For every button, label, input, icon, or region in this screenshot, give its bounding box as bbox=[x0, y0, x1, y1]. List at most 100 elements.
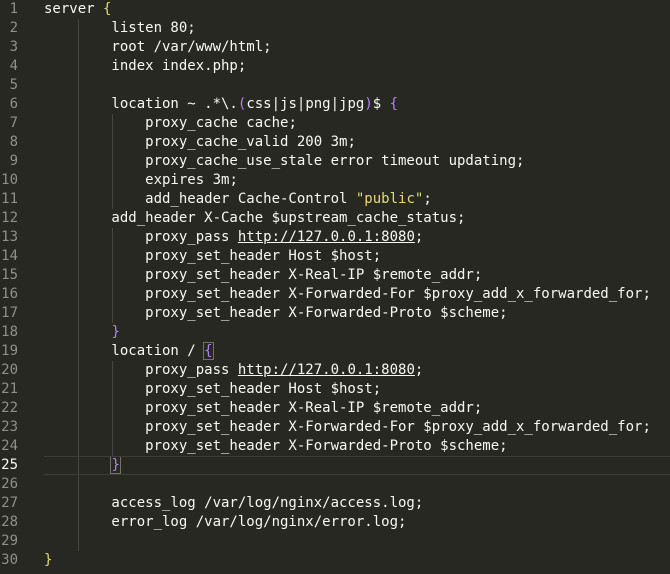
code-line[interactable]: 11 add_header Cache-Control "public"; bbox=[0, 190, 670, 209]
code-line[interactable]: 16 proxy_set_header X-Forwarded-For $pro… bbox=[0, 285, 670, 304]
code-line[interactable]: 24 proxy_set_header X-Forwarded-Proto $s… bbox=[0, 437, 670, 456]
code-line[interactable]: 4 index index.php; bbox=[0, 57, 670, 76]
code-line[interactable]: 27 access_log /var/log/nginx/access.log; bbox=[0, 494, 670, 513]
code-line[interactable]: 15 proxy_set_header X-Real-IP $remote_ad… bbox=[0, 266, 670, 285]
line-number: 22 bbox=[1, 400, 18, 416]
code-token: access_log /var/log/nginx/access.log bbox=[44, 495, 415, 511]
code-text: error_log /var/log/nginx/error.log; bbox=[44, 513, 406, 532]
code-token: proxy_set_header X-Forwarded-Proto $sche… bbox=[44, 305, 500, 321]
line-number: 2 bbox=[9, 20, 18, 36]
code-text: expires 3m; bbox=[44, 171, 238, 190]
code-text: access_log /var/log/nginx/access.log; bbox=[44, 494, 423, 513]
code-token: css|js|png|jpg bbox=[246, 96, 365, 112]
code-text: proxy_set_header X-Forwarded-Proto $sche… bbox=[44, 304, 508, 323]
code-text: proxy_set_header Host $host; bbox=[44, 247, 381, 266]
code-text: proxy_pass http://127.0.0.1:8080; bbox=[44, 228, 423, 247]
code-line[interactable]: 26 bbox=[0, 475, 670, 494]
code-line[interactable]: 25 } bbox=[0, 456, 670, 475]
code-token: proxy_set_header X-Real-IP $remote_addr bbox=[44, 267, 474, 283]
code-token: proxy_cache_use_stale error timeout upda… bbox=[44, 153, 517, 169]
code-token: proxy_set_header X-Real-IP $remote_addr bbox=[44, 400, 474, 416]
code-line[interactable]: 17 proxy_set_header X-Forwarded-Proto $s… bbox=[0, 304, 670, 323]
code-token: ) bbox=[364, 96, 373, 112]
code-line[interactable]: 2 listen 80; bbox=[0, 19, 670, 38]
code-token: add_header X-Cache $upstream_cache_statu… bbox=[44, 210, 458, 226]
code-line[interactable]: 12 add_header X-Cache $upstream_cache_st… bbox=[0, 209, 670, 228]
line-number: 30 bbox=[1, 552, 18, 568]
line-number: 12 bbox=[1, 210, 18, 226]
code-token: ; bbox=[372, 381, 382, 397]
code-token: proxy_cache_valid 200 3m bbox=[44, 134, 348, 150]
code-text: proxy_set_header X-Forwarded-For $proxy_… bbox=[44, 418, 651, 437]
code-text: proxy_cache cache; bbox=[44, 114, 297, 133]
code-line[interactable]: 10 expires 3m; bbox=[0, 171, 670, 190]
code-token: http://127.0.0.1:8080 bbox=[237, 362, 415, 378]
code-text: } bbox=[44, 551, 52, 570]
code-token: } bbox=[44, 552, 53, 568]
line-number: 15 bbox=[1, 267, 18, 283]
code-text: proxy_cache_use_stale error timeout upda… bbox=[44, 152, 524, 171]
code-line[interactable]: 14 proxy_set_header Host $host; bbox=[0, 247, 670, 266]
code-line[interactable]: 20 proxy_pass http://127.0.0.1:8080; bbox=[0, 361, 670, 380]
line-number: 8 bbox=[9, 134, 18, 150]
code-token: ; bbox=[414, 362, 424, 378]
code-editor[interactable]: 1 server {2 listen 80; 3 root /var/www/htm… bbox=[0, 0, 670, 574]
code-line[interactable]: 21 proxy_set_header Host $host; bbox=[0, 380, 670, 399]
code-token: location ~ .*\. bbox=[44, 96, 238, 112]
code-token: location / bbox=[44, 343, 205, 359]
code-token: "public" bbox=[355, 191, 424, 207]
code-token: ; bbox=[187, 20, 196, 36]
code-text: server { bbox=[44, 0, 111, 19]
code-line[interactable]: 3 root /var/www/html; bbox=[0, 38, 670, 57]
code-text: location / { bbox=[44, 342, 214, 361]
code-token: ; bbox=[263, 39, 272, 55]
code-text: proxy_set_header Host $host; bbox=[44, 380, 381, 399]
code-token: $ bbox=[372, 96, 390, 112]
line-number: 17 bbox=[1, 305, 18, 321]
code-line[interactable]: 1 server { bbox=[0, 0, 670, 19]
code-line[interactable]: 23 proxy_set_header X-Forwarded-For $pro… bbox=[0, 418, 670, 437]
code-line[interactable]: 30} bbox=[0, 551, 670, 570]
code-line[interactable]: 8 proxy_cache_valid 200 3m; bbox=[0, 133, 670, 152]
code-line[interactable]: 19 location / { bbox=[0, 342, 670, 361]
line-number: 26 bbox=[1, 476, 18, 492]
code-line[interactable]: 13 proxy_pass http://127.0.0.1:8080; bbox=[0, 228, 670, 247]
code-token: ; bbox=[516, 153, 525, 169]
code-text: add_header Cache-Control "public"; bbox=[44, 190, 432, 209]
code-token: ; bbox=[347, 134, 356, 150]
code-token: } bbox=[111, 324, 120, 340]
code-line[interactable]: 22 proxy_set_header X-Real-IP $remote_ad… bbox=[0, 399, 670, 418]
code-text: proxy_set_header X-Real-IP $remote_addr; bbox=[44, 399, 482, 418]
line-number: 28 bbox=[1, 514, 18, 530]
code-token: index index.php bbox=[44, 58, 238, 74]
code-token: add_header Cache-Control bbox=[44, 191, 356, 207]
code-token: ; bbox=[457, 210, 466, 226]
code-token: root /var/www/html bbox=[44, 39, 264, 55]
line-number: 20 bbox=[1, 362, 18, 378]
code-line[interactable]: 18 } bbox=[0, 323, 670, 342]
code-line[interactable]: 6 location ~ .*\.(css|js|png|jpg)$ { bbox=[0, 95, 670, 114]
code-token: { bbox=[103, 1, 112, 17]
code-token: ; bbox=[499, 305, 508, 321]
code-token: ; bbox=[473, 400, 483, 416]
code-line[interactable]: 9 proxy_cache_use_stale error timeout up… bbox=[0, 152, 670, 171]
code-token: proxy_set_header X-Forwarded-Proto $sche… bbox=[44, 438, 500, 454]
code-text: add_header X-Cache $upstream_cache_statu… bbox=[44, 209, 465, 228]
code-token: listen 80 bbox=[44, 20, 188, 36]
line-number: 4 bbox=[9, 58, 18, 74]
code-token: server bbox=[44, 1, 104, 17]
code-line[interactable]: 7 proxy_cache cache; bbox=[0, 114, 670, 133]
code-text: proxy_pass http://127.0.0.1:8080; bbox=[44, 361, 423, 380]
code-line[interactable]: 28 error_log /var/log/nginx/error.log; bbox=[0, 513, 670, 532]
code-token: { bbox=[203, 342, 214, 360]
code-line[interactable]: 5 bbox=[0, 76, 670, 95]
code-token: { bbox=[389, 96, 399, 112]
code-token: ; bbox=[423, 191, 432, 207]
code-text: } bbox=[44, 323, 120, 342]
line-number: 29 bbox=[1, 533, 18, 549]
code-line[interactable]: 29 bbox=[0, 532, 670, 551]
code-text: } bbox=[44, 456, 121, 475]
code-token: proxy_pass bbox=[44, 229, 238, 245]
code-token: http://127.0.0.1:8080 bbox=[237, 229, 415, 245]
